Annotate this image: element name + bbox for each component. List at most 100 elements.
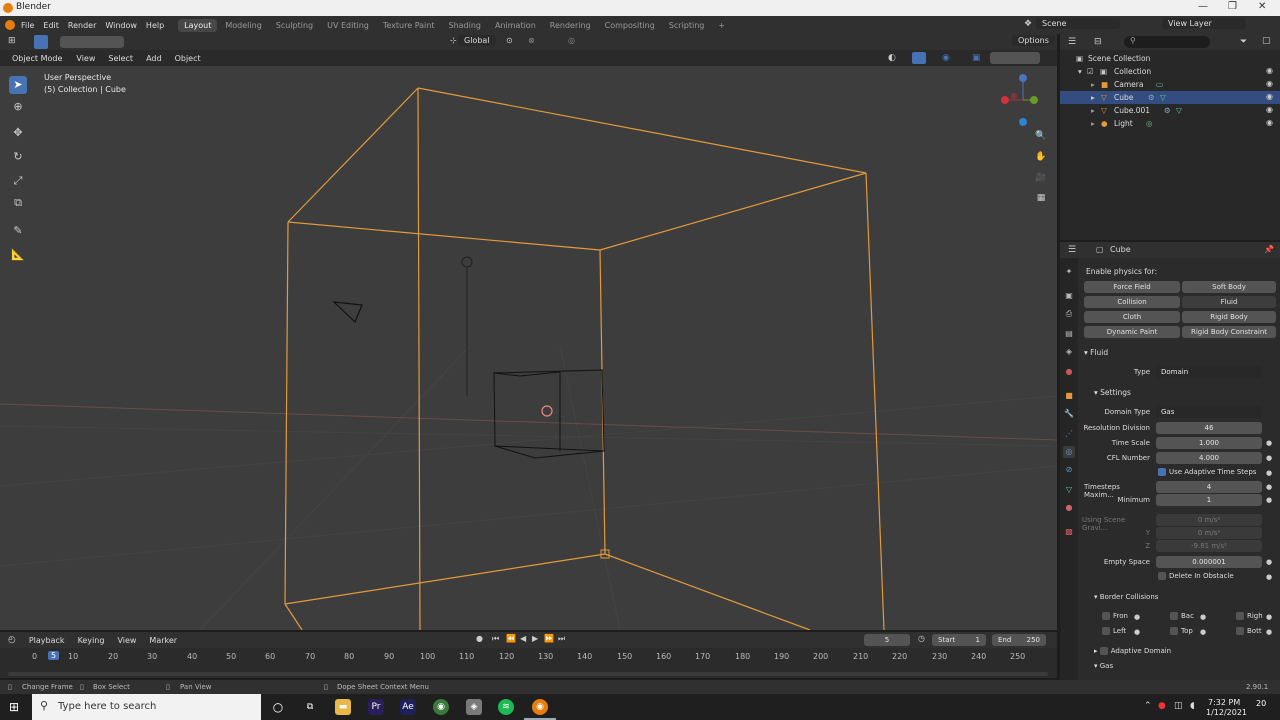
navigation-gizmo[interactable] [1001, 74, 1038, 126]
chrome-icon[interactable]: ◉ [433, 699, 449, 715]
premiere-icon[interactable]: Pr [368, 699, 384, 715]
cortana-icon[interactable]: ○ [270, 699, 286, 715]
select-tool-icon[interactable] [34, 35, 48, 49]
data-tab-icon[interactable]: ▽ [1063, 484, 1075, 496]
camera-view-icon[interactable]: 🎥 [1033, 170, 1049, 186]
timeline-scrollbar[interactable] [8, 672, 1048, 676]
menu-view[interactable]: View [71, 53, 100, 64]
keyframe-dot-icon[interactable]: ● [1266, 496, 1272, 504]
overlay-toggle-icon[interactable]: ◉ [942, 53, 950, 63]
volume-icon[interactable]: ◖ [1190, 701, 1195, 711]
time-scale-field[interactable]: 1.000 [1156, 437, 1262, 449]
options-dropdown[interactable]: Options [1012, 35, 1055, 46]
expand-arrow-icon[interactable]: ▾ [1078, 67, 1082, 76]
timeline-menu-keying[interactable]: Keying [73, 635, 110, 646]
grid-view-icon[interactable]: ▦ [1033, 190, 1049, 206]
object-tab-icon[interactable]: ■ [1063, 390, 1075, 402]
light-data-icon[interactable]: ◎ [1146, 119, 1153, 128]
fluid-button[interactable]: Fluid [1182, 296, 1276, 308]
selection-mode-buttons[interactable] [60, 36, 124, 48]
workspace-tab-modeling[interactable]: Modeling [219, 19, 267, 32]
fluid-type-dropdown[interactable]: Domain [1156, 366, 1262, 378]
soft-body-button[interactable]: Soft Body [1182, 281, 1276, 293]
taskbar-date[interactable]: 1/12/2021 [1206, 708, 1247, 717]
view-layer-tab-icon[interactable]: ▤ [1063, 328, 1075, 340]
visibility-icon[interactable]: ◐ [888, 53, 896, 63]
border-right-checkbox[interactable]: Righ [1236, 612, 1263, 620]
expand-arrow-icon[interactable]: ▸ [1091, 80, 1095, 89]
workspace-tab-layout[interactable]: Layout [178, 18, 218, 32]
record-icon[interactable]: ● [476, 634, 483, 643]
menu-edit[interactable]: Edit [43, 21, 59, 30]
move-tool-icon[interactable]: ✥ [9, 124, 27, 142]
display-mode-icon[interactable]: ⊟ [1094, 37, 1102, 47]
menu-window[interactable]: Window [105, 21, 137, 30]
adaptive-time-steps-checkbox[interactable]: Use Adaptive Time Steps [1158, 468, 1256, 476]
select-box-tool-icon[interactable]: ➤ [9, 76, 27, 94]
transform-tool-icon[interactable]: ⧉ [9, 194, 27, 212]
pan-hand-icon[interactable]: ✋ [1033, 149, 1049, 165]
modifier-icon[interactable]: ⚙ [1164, 106, 1171, 115]
keyframe-dot-icon[interactable]: ● [1266, 558, 1272, 566]
xray-toggle-icon[interactable]: ▣ [972, 53, 981, 63]
workspace-tab-sculpting[interactable]: Sculpting [270, 19, 319, 32]
delete-in-obstacle-checkbox[interactable]: Delete In Obstacle [1158, 572, 1234, 580]
pivot-icon[interactable]: ⊙ [506, 36, 513, 45]
preview-range-icon[interactable]: ◷ [918, 634, 925, 643]
after-effects-icon[interactable]: Ae [400, 699, 416, 715]
timeline-menu-playback[interactable]: Playback [24, 635, 70, 646]
keyframe-dot-icon[interactable]: ● [1266, 483, 1272, 491]
spotify-icon[interactable]: ≋ [498, 699, 514, 715]
fluid-panel-header[interactable]: ▾ Fluid [1084, 348, 1108, 357]
menu-select[interactable]: Select [103, 53, 138, 64]
scale-tool-icon[interactable]: ⤢ [9, 172, 27, 190]
tray-chevron-icon[interactable]: ⌃ [1144, 701, 1152, 711]
outliner-search-input[interactable]: ⚲ [1124, 36, 1210, 48]
border-front-checkbox[interactable]: Fron [1102, 612, 1128, 620]
expand-arrow-icon[interactable]: ▸ [1091, 106, 1095, 115]
measure-tool-icon[interactable]: 📐 [9, 246, 27, 264]
dynamic-paint-button[interactable]: Dynamic Paint [1084, 326, 1180, 338]
taskbar-search[interactable]: ⚲ Type here to search [32, 694, 261, 720]
outliner-item-camera[interactable]: ▸ ■ Camera ▭ ◉ [1060, 78, 1280, 91]
blender-taskbar-icon[interactable]: ◉ [532, 699, 548, 715]
expand-arrow-icon[interactable]: ▸ [1091, 93, 1095, 102]
workspace-tab-animation[interactable]: Animation [489, 19, 542, 32]
keyframe-dot-icon[interactable]: ● [1200, 628, 1206, 636]
view-layer-selector[interactable]: View Layer [1162, 18, 1246, 29]
settings-subpanel-header[interactable]: ▾ Settings [1094, 388, 1131, 397]
scene-tab-icon[interactable]: ◈ [1063, 346, 1075, 358]
shading-mode-buttons[interactable] [990, 52, 1040, 64]
domain-cube-outline[interactable] [284, 87, 885, 630]
start-frame-field[interactable]: Start 1 [932, 634, 986, 646]
eye-icon[interactable]: ◉ [1266, 118, 1273, 127]
mesh-data-icon[interactable]: ▽ [1160, 93, 1166, 102]
minimum-field[interactable]: 1 [1156, 494, 1262, 506]
mode-dropdown[interactable]: Object Mode [6, 52, 69, 64]
timeline-editor-icon[interactable]: ◴ [8, 635, 16, 645]
resolution-division-field[interactable]: 46 [1156, 422, 1262, 434]
particles-tab-icon[interactable]: ⋰ [1063, 428, 1075, 440]
physics-tab-icon[interactable]: ◎ [1063, 446, 1075, 458]
workspace-tab-texture-paint[interactable]: Texture Paint [377, 19, 441, 32]
scene-selector[interactable]: Scene [1036, 18, 1120, 29]
keyframe-dot-icon[interactable]: ● [1266, 628, 1272, 636]
timeline-menu-marker[interactable]: Marker [144, 635, 182, 646]
keyframe-dot-icon[interactable]: ● [1200, 613, 1206, 621]
playhead[interactable]: 5 [48, 651, 60, 660]
modifier-icon[interactable]: ⚙ [1148, 93, 1155, 102]
timesteps-max-field[interactable]: 4 [1156, 481, 1262, 493]
border-collisions-header[interactable]: ▾ Border Collisions [1094, 593, 1158, 601]
task-view-icon[interactable]: ⧉ [302, 699, 318, 715]
border-top-checkbox[interactable]: Top [1170, 627, 1193, 635]
3d-cursor[interactable] [541, 405, 553, 417]
outliner-item-cube-001[interactable]: ▸ ▽ Cube.001 ⚙ ▽ ◉ [1060, 104, 1280, 117]
workspace-tab-rendering[interactable]: Rendering [544, 19, 597, 32]
transform-orientation-dropdown[interactable]: Global [458, 35, 496, 46]
render-tab-icon[interactable]: ▣ [1063, 290, 1075, 302]
tray-app-icon[interactable]: ● [1158, 701, 1166, 711]
rigid-body-button[interactable]: Rigid Body [1182, 311, 1276, 323]
end-frame-field[interactable]: End 250 [992, 634, 1046, 646]
outliner-item-collection[interactable]: ▾ ☑ ▣ Collection ◉ [1060, 65, 1280, 78]
adaptive-domain-header[interactable]: ▸ Adaptive Domain [1094, 647, 1171, 655]
